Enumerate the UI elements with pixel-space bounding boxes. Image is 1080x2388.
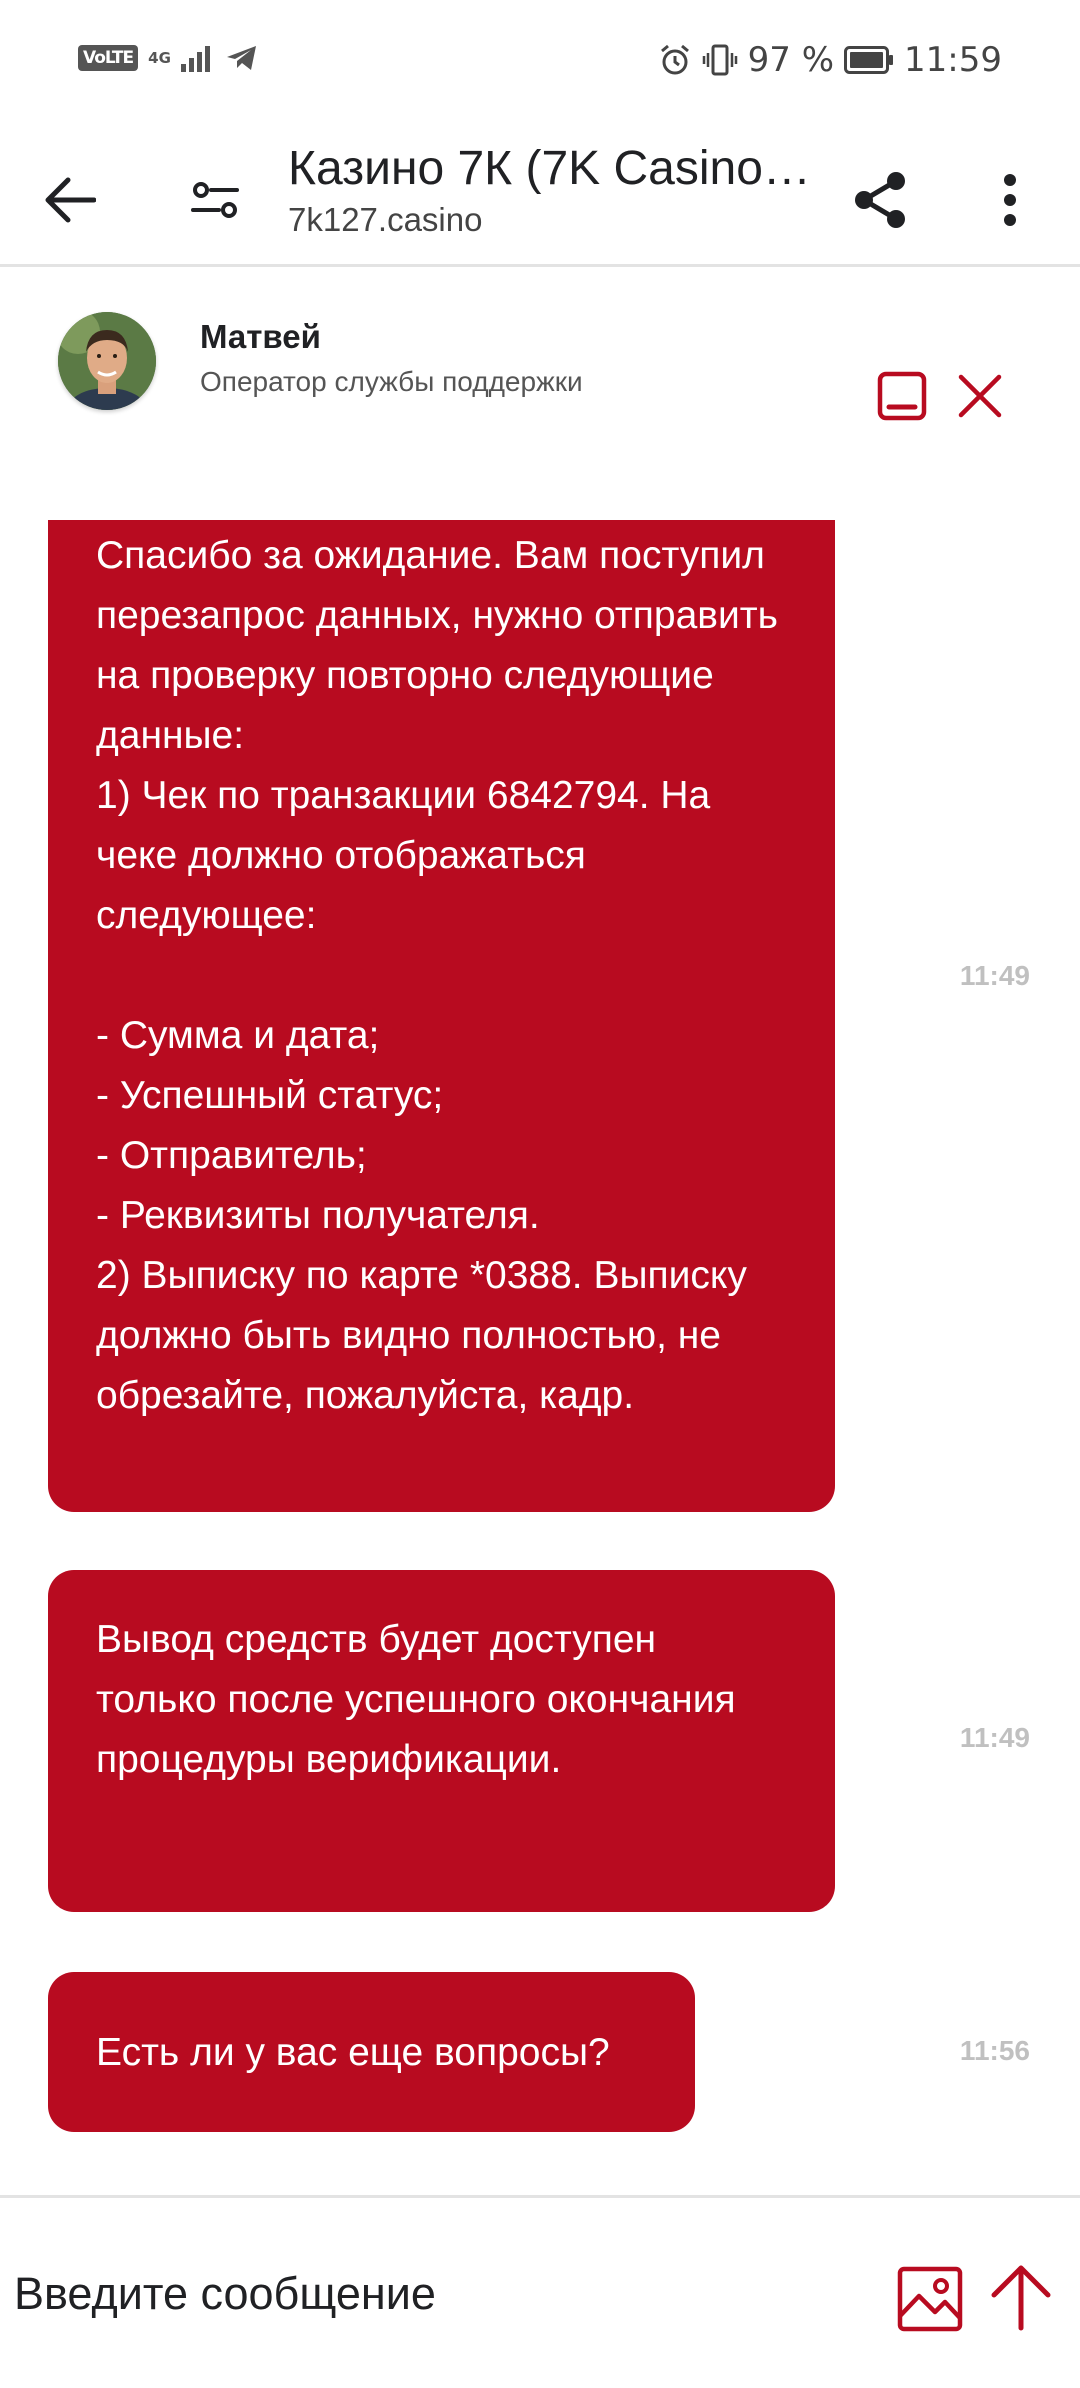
battery-percent: 97 % bbox=[747, 40, 835, 80]
arrow-up-icon bbox=[991, 2265, 1051, 2331]
alarm-icon bbox=[660, 44, 689, 75]
operator-role: Оператор службы поддержки bbox=[200, 366, 583, 397]
message-input[interactable] bbox=[14, 2254, 864, 2334]
volte-icon: VoLTE bbox=[78, 45, 139, 71]
more-vert-icon bbox=[1004, 174, 1016, 226]
message-time: 11:56 bbox=[959, 2035, 1030, 2066]
operator-name: Матвей bbox=[200, 318, 321, 355]
operator-header: Матвей Оператор службы поддержки bbox=[0, 270, 1080, 440]
status-left: VoLTE 4G bbox=[78, 44, 259, 72]
back-button[interactable] bbox=[30, 160, 110, 240]
clock: 11:59 bbox=[904, 40, 1002, 80]
attach-image-button[interactable] bbox=[895, 2264, 965, 2334]
more-options-button[interactable] bbox=[970, 160, 1050, 240]
tune-icon bbox=[191, 182, 239, 218]
operator-avatar bbox=[58, 312, 156, 410]
status-right: 97 % 11:59 bbox=[658, 40, 1002, 80]
share-icon bbox=[855, 172, 905, 228]
message-bubble: Спасибо за ожидание. Вам поступил переза… bbox=[48, 520, 835, 1512]
minimize-chat-button[interactable] bbox=[872, 366, 932, 426]
close-chat-button[interactable] bbox=[950, 366, 1010, 426]
status-bar: VoLTE 4G 97 % 11:59 bbox=[0, 0, 1080, 130]
image-icon bbox=[897, 2266, 963, 2332]
message-time: 11:49 bbox=[959, 960, 1030, 991]
network-type: 4G bbox=[148, 48, 171, 67]
back-arrow-icon bbox=[45, 177, 96, 223]
message-bubble: Вывод средств будет доступен только посл… bbox=[48, 1570, 835, 1912]
battery-icon bbox=[844, 46, 894, 74]
site-settings-button[interactable] bbox=[175, 160, 255, 240]
page-title: Казино 7К (7K Casino… bbox=[288, 142, 811, 195]
signal-icon bbox=[180, 46, 210, 72]
message-input-bar bbox=[0, 2195, 1080, 2388]
chat-messages[interactable]: Спасибо за ожидание. Вам поступил переза… bbox=[0, 520, 1080, 2192]
message-bubble: Есть ли у вас еще вопросы? bbox=[48, 1972, 695, 2132]
minimize-icon bbox=[877, 371, 927, 421]
close-icon bbox=[958, 374, 1002, 418]
send-button[interactable] bbox=[982, 2258, 1060, 2336]
vibrate-icon bbox=[702, 44, 737, 76]
app-header: Казино 7К (7K Casino… 7k127.casino bbox=[0, 130, 1080, 267]
telegram-icon bbox=[226, 46, 256, 70]
share-button[interactable] bbox=[840, 160, 920, 240]
message-time: 11:49 bbox=[959, 1722, 1030, 1753]
page-url: 7k127.casino bbox=[288, 201, 483, 238]
